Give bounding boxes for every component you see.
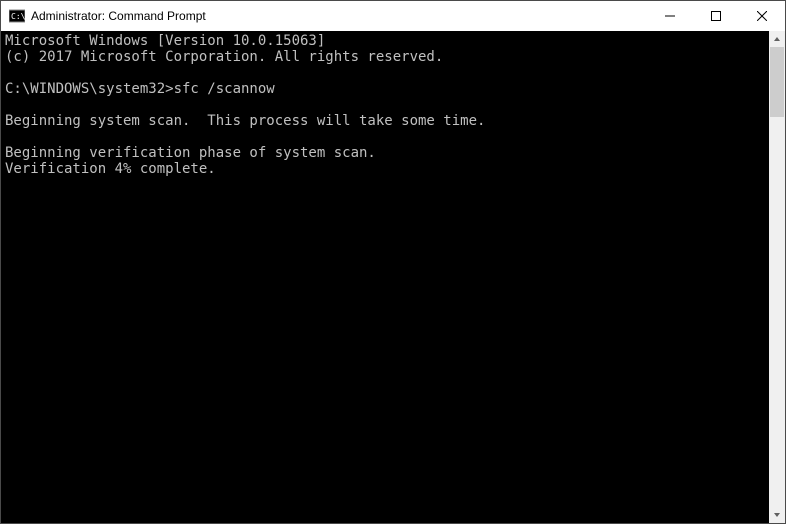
terminal-line — [5, 97, 769, 113]
minimize-button[interactable] — [647, 1, 693, 31]
titlebar[interactable]: C:\ Administrator: Command Prompt — [1, 1, 785, 31]
terminal-line: (c) 2017 Microsoft Corporation. All righ… — [5, 49, 769, 65]
cmd-icon: C:\ — [9, 8, 25, 24]
scroll-up-arrow-icon[interactable] — [769, 31, 785, 47]
terminal-line: Microsoft Windows [Version 10.0.15063] — [5, 33, 769, 49]
terminal-line: Beginning verification phase of system s… — [5, 145, 769, 161]
terminal-line: C:\WINDOWS\system32>sfc /scannow — [5, 81, 769, 97]
terminal-line: Verification 4% complete. — [5, 161, 769, 177]
terminal-output[interactable]: Microsoft Windows [Version 10.0.15063](c… — [1, 31, 769, 523]
window-title: Administrator: Command Prompt — [31, 9, 647, 23]
terminal-line: Beginning system scan. This process will… — [5, 113, 769, 129]
maximize-button[interactable] — [693, 1, 739, 31]
scroll-down-arrow-icon[interactable] — [769, 507, 785, 523]
vertical-scrollbar[interactable] — [769, 31, 785, 523]
window-controls — [647, 1, 785, 31]
close-button[interactable] — [739, 1, 785, 31]
terminal-line — [5, 65, 769, 81]
terminal-line — [5, 129, 769, 145]
client-area: Microsoft Windows [Version 10.0.15063](c… — [1, 31, 785, 523]
svg-text:C:\: C:\ — [11, 12, 25, 21]
scroll-thumb[interactable] — [770, 47, 784, 117]
command-prompt-window: C:\ Administrator: Command Prompt Micros… — [0, 0, 786, 524]
